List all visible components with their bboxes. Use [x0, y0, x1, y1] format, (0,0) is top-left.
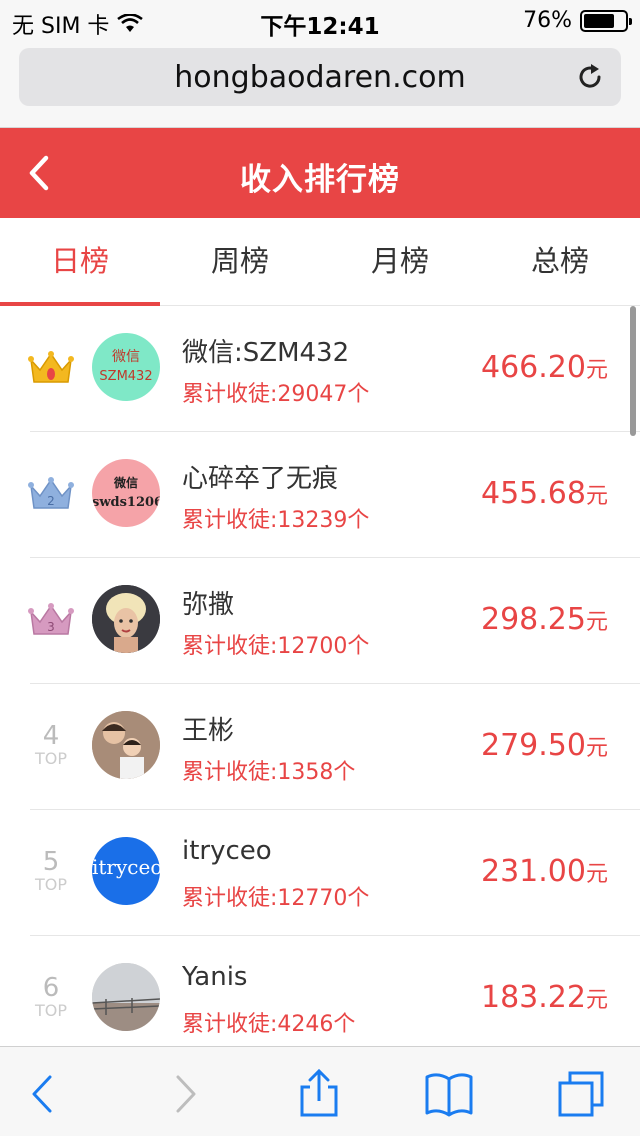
- rank-badge: [24, 344, 78, 394]
- avatar-text: 微信 swds1206: [92, 476, 160, 510]
- tab-weekly[interactable]: 周榜: [160, 218, 320, 305]
- address-url[interactable]: hongbaodaren.com: [19, 60, 621, 95]
- disciple-count: 累计收徒:12770个: [182, 886, 370, 911]
- battery-info: 76%: [523, 8, 632, 33]
- tab-daily[interactable]: 日榜: [0, 218, 160, 306]
- income-amount: 183.22元: [481, 980, 608, 1015]
- browser-toolbar: [0, 1046, 640, 1136]
- landscape-photo: [92, 963, 160, 1031]
- disciple-count: 累计收徒:4246个: [182, 1012, 356, 1037]
- avatar: 微信 swds1206: [92, 459, 160, 527]
- user-name: itryceo: [182, 836, 272, 866]
- rank-number: 5: [42, 847, 60, 877]
- battery-icon: [580, 9, 632, 32]
- disciple-count: 累计收徒:12700个: [182, 634, 370, 659]
- user-name: 心碎卒了无痕: [182, 464, 339, 494]
- avatar: [92, 711, 160, 779]
- portrait-photo: [92, 585, 160, 653]
- silver-crown-icon: 2: [28, 477, 74, 509]
- family-photo: [92, 711, 160, 779]
- svg-text:3: 3: [47, 620, 55, 634]
- tab-total[interactable]: 总榜: [480, 218, 640, 305]
- list-item[interactable]: 2 微信 swds1206 心碎卒了无痕 累计收徒:13239个 455.68元: [0, 432, 640, 558]
- disciple-count: 累计收徒:1358个: [182, 760, 356, 785]
- rank-top-label: TOP: [34, 875, 67, 894]
- bronze-crown-icon: 3: [28, 603, 74, 635]
- list-item[interactable]: 6 TOP Yanis 累计收徒:4246个 183.22元: [0, 936, 640, 1046]
- battery-percent: 76%: [523, 8, 572, 33]
- page-header: 收入排行榜: [0, 128, 640, 218]
- disciple-count: 累计收徒:29047个: [182, 382, 370, 407]
- list-item[interactable]: 微信 SZM432 微信:SZM432 累计收徒:29047个 466.20元: [0, 306, 640, 432]
- share-icon[interactable]: [294, 1069, 344, 1119]
- avatar: itryceo: [92, 837, 160, 905]
- browser-back-icon[interactable]: [20, 1069, 70, 1119]
- browser-forward-icon[interactable]: [160, 1069, 210, 1119]
- ranking-tabs: 日榜 周榜 月榜 总榜: [0, 218, 640, 306]
- rank-badge: 3: [24, 596, 78, 646]
- ranking-list[interactable]: 微信 SZM432 微信:SZM432 累计收徒:29047个 466.20元 …: [0, 306, 640, 1046]
- income-amount: 298.25元: [481, 602, 608, 637]
- rank-badge: 4 TOP: [24, 722, 78, 772]
- browser-address-area: hongbaodaren.com: [0, 40, 640, 128]
- rank-top-label: TOP: [34, 1001, 67, 1020]
- rank-badge: 2: [24, 470, 78, 520]
- income-amount: 279.50元: [481, 728, 608, 763]
- rank-number: 6: [42, 973, 60, 1003]
- tab-monthly[interactable]: 月榜: [320, 218, 480, 305]
- income-amount: 455.68元: [481, 476, 608, 511]
- rank-number: 4: [42, 721, 60, 751]
- user-name: 王彬: [182, 716, 235, 746]
- scroll-indicator[interactable]: [630, 306, 636, 436]
- list-item[interactable]: 3 弥撒 累计收徒:12700个 298.25元: [0, 558, 640, 684]
- user-name: Yanis: [182, 962, 248, 992]
- svg-text:2: 2: [47, 494, 55, 508]
- rank-badge: 6 TOP: [24, 974, 78, 1024]
- bookmarks-icon[interactable]: [424, 1069, 474, 1119]
- tabs-icon[interactable]: [556, 1069, 606, 1119]
- avatar-text: itryceo: [92, 855, 160, 879]
- list-item[interactable]: 4 TOP 王彬 累计收徒:1358个 279.50元: [0, 684, 640, 810]
- income-amount: 466.20元: [481, 350, 608, 385]
- rank-badge: 5 TOP: [24, 848, 78, 898]
- list-item[interactable]: 5 TOP itryceo itryceo 累计收徒:12770个 231.00…: [0, 810, 640, 936]
- rank-top-label: TOP: [34, 749, 67, 768]
- avatar: [92, 963, 160, 1031]
- address-bar[interactable]: hongbaodaren.com: [19, 48, 621, 106]
- disciple-count: 累计收徒:13239个: [182, 508, 370, 533]
- avatar: [92, 585, 160, 653]
- gold-crown-icon: [28, 351, 74, 383]
- reload-icon[interactable]: [575, 62, 605, 92]
- page-title: 收入排行榜: [240, 162, 400, 198]
- income-amount: 231.00元: [481, 854, 608, 889]
- avatar-text: 微信 SZM432: [99, 349, 153, 384]
- battery-fill: [584, 13, 615, 28]
- user-name: 弥撒: [182, 590, 235, 620]
- avatar: 微信 SZM432: [92, 333, 160, 401]
- status-bar: 无 SIM 卡 下午12:41 76%: [0, 0, 640, 40]
- user-name: 微信:SZM432: [182, 338, 350, 368]
